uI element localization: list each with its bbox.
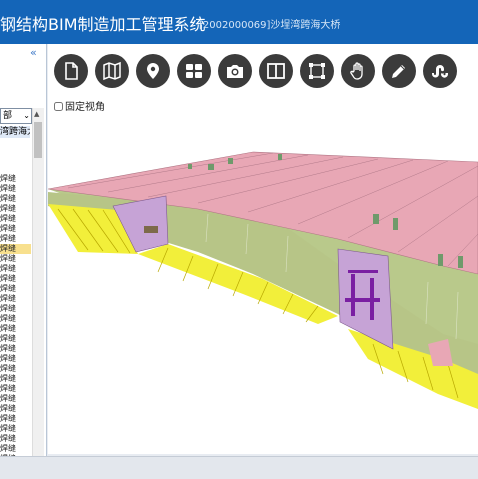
app-header: 钢结构BIM制造加工管理系统 [2002000069]沙埕湾跨海大桥 (0, 0, 478, 44)
frame-select-icon (309, 63, 325, 79)
location-button[interactable] (136, 54, 170, 88)
diaphragm-opening (144, 226, 158, 233)
tree-item-weld[interactable]: 焊缝 (0, 194, 31, 204)
stumbleupon-icon (432, 65, 448, 78)
component-type-dropdown[interactable]: 部 ⌄ (0, 108, 32, 124)
tree-item-weld[interactable]: 焊缝 (0, 424, 31, 434)
tree-item-weld[interactable]: 焊缝 (0, 324, 31, 334)
tree-item-weld[interactable]: 焊缝 (0, 174, 31, 184)
tree-item-weld[interactable]: 焊缝 (0, 404, 31, 414)
frame-select-button[interactable] (300, 54, 334, 88)
tree-item-weld[interactable]: 焊缝 (0, 434, 31, 444)
tree-item-weld[interactable]: 焊缝 (0, 184, 31, 194)
stumbleupon-button[interactable] (423, 54, 457, 88)
app-title: 钢结构BIM制造加工管理系统 (0, 15, 206, 34)
scroll-up-icon[interactable]: ▲ (34, 110, 39, 118)
tree-node-project[interactable]: 湾跨海大 (0, 126, 30, 138)
hand-pan-icon (350, 62, 363, 80)
weld-tree: 焊缝 焊缝 焊缝 焊缝 焊缝 焊缝 焊缝 焊缝 焊缝 焊缝 焊缝 焊缝 焊缝 焊缝 焊缝 焊缝 焊缝 焊缝 焊缝 焊缝… (0, 174, 31, 458)
chevron-down-icon: ⌄ (23, 111, 30, 120)
tree-item-weld[interactable]: 焊缝 (0, 344, 31, 354)
split-view-icon (267, 63, 285, 79)
lock-view-label: 固定视角 (65, 102, 105, 113)
grid-button[interactable] (177, 54, 211, 88)
tree-item-weld[interactable]: 焊缝 (0, 244, 31, 254)
file-button[interactable] (54, 54, 88, 88)
tree-item-weld[interactable]: 焊缝 (0, 274, 31, 284)
pencil-button[interactable] (382, 54, 416, 88)
dropdown-value: 部 (3, 111, 13, 121)
tree-item-weld[interactable]: 焊缝 (0, 414, 31, 424)
tree-item-weld[interactable]: 焊缝 (0, 204, 31, 214)
tree-item-weld[interactable]: 焊缝 (0, 374, 31, 384)
tree-item-weld[interactable]: 焊缝 (0, 334, 31, 344)
tree-item-weld[interactable]: 焊缝 (0, 264, 31, 274)
tree-item-weld[interactable]: 焊缝 (0, 304, 31, 314)
sidebar: 部 ⌄ 湾跨海大 焊缝焊缝焊缝焊缝焊缝焊缝焊缝焊缝焊缝焊缝焊缝焊缝焊缝焊缝焊缝焊… (0, 44, 47, 458)
status-bar (0, 456, 478, 479)
project-name: [2002000069]沙埕湾跨海大桥 (199, 20, 341, 31)
tree-item-weld[interactable]: 焊缝 (0, 294, 31, 304)
bridge-segment-model[interactable] (48, 144, 478, 454)
tree-item-weld[interactable]: 焊缝 (0, 224, 31, 234)
tree-item-weld[interactable]: 焊缝 (0, 354, 31, 364)
tree-item-weld[interactable]: 焊缝 (0, 254, 31, 264)
camera-button[interactable] (218, 54, 252, 88)
map-button[interactable] (95, 54, 129, 88)
file-icon (65, 62, 78, 80)
lock-view-toggle[interactable]: 固定视角 (54, 98, 105, 113)
camera-icon (227, 65, 243, 78)
tree-item-weld[interactable]: 焊缝 (0, 214, 31, 224)
scroll-thumb[interactable] (34, 122, 42, 158)
tree-item-weld[interactable]: 焊缝 (0, 284, 31, 294)
lock-view-checkbox[interactable] (54, 102, 63, 111)
tree-item-weld[interactable]: 焊缝 (0, 314, 31, 324)
tree-item-weld[interactable]: 焊缝 (0, 444, 31, 454)
pan-button[interactable] (341, 54, 375, 88)
split-view-button[interactable] (259, 54, 293, 88)
collapse-sidebar-button[interactable]: « (30, 46, 37, 59)
tree-item-weld[interactable]: 焊缝 (0, 364, 31, 374)
tree-item-weld[interactable]: 焊缝 (0, 394, 31, 404)
map-icon (103, 61, 121, 81)
pencil-icon (392, 65, 405, 78)
sidebar-scrollbar[interactable]: ▲ ▼ (32, 108, 44, 458)
tree-item-weld[interactable]: 焊缝 (0, 384, 31, 394)
grid-icon (186, 64, 202, 78)
tree-item-weld[interactable]: 焊缝 (0, 234, 31, 244)
location-pin-icon (147, 63, 159, 79)
model-viewport[interactable]: 固定视角 (48, 44, 478, 454)
